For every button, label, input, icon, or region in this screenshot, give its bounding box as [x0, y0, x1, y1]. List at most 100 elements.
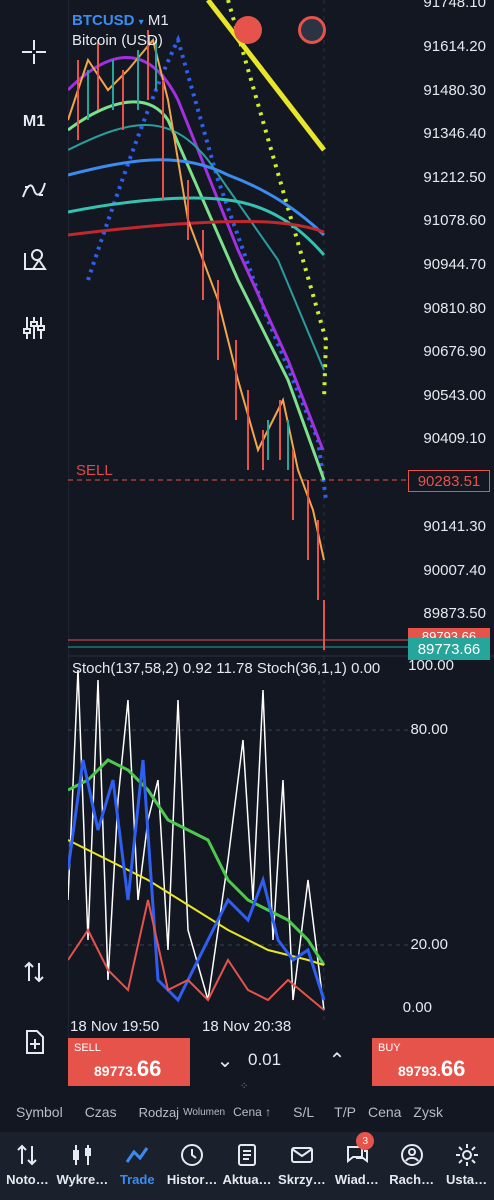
price-axis-label: 91346.40 — [423, 125, 486, 142]
price-axis-label: 91614.20 — [423, 38, 486, 55]
quotes-icon — [17, 1144, 38, 1166]
objects-button[interactable] — [0, 232, 68, 288]
nav-account[interactable]: Rach… — [384, 1132, 439, 1200]
nav-label: Usta… — [445, 1172, 488, 1187]
indicator-wave-icon — [22, 182, 46, 198]
swap-arrows-icon — [24, 961, 44, 983]
price-axis-label: 91748.10 — [423, 0, 486, 11]
column-time[interactable]: Czas — [85, 1104, 117, 1120]
time-axis-label: 18 Nov 19:50 — [70, 1018, 160, 1035]
column-sl[interactable]: S/L — [293, 1104, 314, 1120]
column-volume[interactable]: Wolumen — [183, 1107, 225, 1118]
buy-label: BUY — [378, 1042, 401, 1054]
bottom-navigation: Noto… Wykre… Trade Histor… Aktua… Skrzy…… — [0, 1132, 494, 1200]
price-axis-label: 90810.80 — [423, 300, 486, 317]
price-line-orange — [68, 37, 325, 561]
news-icon — [238, 1144, 256, 1166]
price-axis-label: 90944.70 — [423, 256, 486, 273]
stoch-blue — [68, 759, 326, 1003]
one-click-order-bar: SELL 89773.66 ⌄ 0.01 ⌃ BUY 89793.66 — [68, 1038, 494, 1086]
nav-chart[interactable]: Wykre… — [55, 1132, 110, 1200]
increase-quantity-button[interactable]: ⌃ — [322, 1048, 352, 1073]
stoch-axis-label: 100.00 — [408, 657, 454, 674]
price-axis-label: 91480.30 — [423, 82, 486, 99]
unread-badge: 3 — [356, 1132, 375, 1150]
nav-trade[interactable]: Trade — [110, 1132, 165, 1200]
nav-messages[interactable]: 3 Wiad… — [329, 1132, 384, 1200]
nav-label: Rach… — [389, 1172, 435, 1187]
timeframe-label: M1 — [22, 113, 46, 130]
quantity-value[interactable]: 0.01 — [248, 1050, 281, 1070]
sell-button[interactable]: SELL 89773.66 — [68, 1038, 190, 1086]
symbol-title[interactable]: BTCUSD ▾ M1 — [72, 12, 169, 29]
indicators-button[interactable] — [0, 162, 68, 218]
nav-label: Histor… — [166, 1172, 218, 1187]
stoch-white — [68, 669, 325, 1011]
price-candles-red — [77, 30, 325, 650]
nav-label: Skrzy… — [278, 1172, 326, 1187]
candles-icon — [73, 1145, 92, 1165]
price-axis-label: 90007.40 — [423, 562, 486, 579]
swap-button[interactable] — [0, 944, 68, 1000]
nav-history[interactable]: Histor… — [165, 1132, 220, 1200]
trade-columns-strip: Symbol Czas Rodzaj Wolumen Cena ↑ S/L T/… — [0, 1094, 494, 1130]
timeframe-button[interactable]: M1 — [0, 94, 68, 150]
sliders-icon — [23, 317, 45, 339]
red-line — [68, 220, 325, 237]
price-axis-label: 90676.90 — [423, 343, 486, 360]
trade-icon — [125, 1147, 149, 1163]
nav-label: Wiad… — [334, 1172, 379, 1187]
add-document-icon — [26, 1030, 44, 1054]
nav-mailbox[interactable]: Skrzy… — [274, 1132, 329, 1200]
column-price[interactable]: Cena — [368, 1104, 401, 1120]
shapes-icon — [24, 249, 47, 270]
dropdown-icon: ▾ — [138, 17, 144, 28]
buy-button[interactable]: BUY 89793.66 — [372, 1038, 494, 1086]
stoch-axis-label: 80.00 — [410, 721, 448, 738]
sell-line-label: SELL — [76, 462, 113, 479]
price-axis-label: 91212.50 — [423, 169, 486, 186]
stoch-axis-label: 0.00 — [402, 999, 432, 1016]
crosshair-tool-button[interactable] — [0, 24, 68, 80]
nav-label: Wykre… — [56, 1172, 109, 1187]
nav-news[interactable]: Aktua… — [220, 1132, 275, 1200]
clock-icon[interactable] — [298, 16, 326, 44]
account-icon — [400, 1144, 423, 1166]
price-axis-label: 90543.00 — [423, 387, 486, 404]
column-price-sorted[interactable]: Cena ↑ — [233, 1105, 271, 1119]
sell-label: SELL — [74, 1042, 101, 1054]
buy-price: 89793.66 — [398, 1056, 466, 1081]
left-toolbar: M1 — [0, 0, 68, 1090]
purple-line — [68, 56, 325, 451]
chart-area[interactable]: BTCUSD ▾ M1 Bitcoin (USD) 91748.10 91614… — [68, 0, 494, 1040]
decrease-quantity-button[interactable]: ⌄ — [210, 1048, 240, 1073]
nav-label: Aktua… — [222, 1172, 272, 1187]
price-axis-label: 90141.30 — [423, 518, 486, 535]
stoch-axis-label: 20.00 — [410, 936, 448, 953]
new-order-button[interactable] — [0, 1014, 68, 1070]
price-axis-label: 90409.10 — [423, 430, 486, 447]
one-click-trading-icon[interactable] — [234, 16, 262, 44]
symbol-timeframe: M1 — [147, 12, 169, 29]
nav-label: Trade — [119, 1172, 155, 1187]
mail-icon — [290, 1147, 313, 1163]
column-symbol[interactable]: Symbol — [16, 1104, 63, 1120]
sell-price: 89773.66 — [94, 1056, 162, 1081]
stochastic-legend[interactable]: Stoch(137,58,2) 0.92 11.78 Stoch(36,1,1)… — [72, 660, 380, 677]
settings-sliders-button[interactable] — [0, 300, 68, 356]
column-type[interactable]: Rodzaj — [139, 1105, 179, 1120]
nav-quotes[interactable]: Noto… — [0, 1132, 55, 1200]
nav-label: Noto… — [6, 1172, 49, 1187]
green-line — [68, 100, 326, 481]
crosshair-icon — [22, 40, 46, 64]
column-profit[interactable]: Zysk — [413, 1104, 443, 1120]
time-axis-label: 18 Nov 20:38 — [202, 1018, 292, 1035]
price-axis-label: 91078.60 — [423, 212, 486, 229]
history-icon — [181, 1144, 204, 1166]
symbol-ticker: BTCUSD — [72, 12, 135, 29]
nav-settings[interactable]: Usta… — [439, 1132, 494, 1200]
column-tp[interactable]: T/P — [334, 1104, 356, 1120]
settings-icon — [455, 1144, 478, 1166]
symbol-description: Bitcoin (USD) — [72, 32, 163, 49]
teal-line — [68, 124, 325, 371]
